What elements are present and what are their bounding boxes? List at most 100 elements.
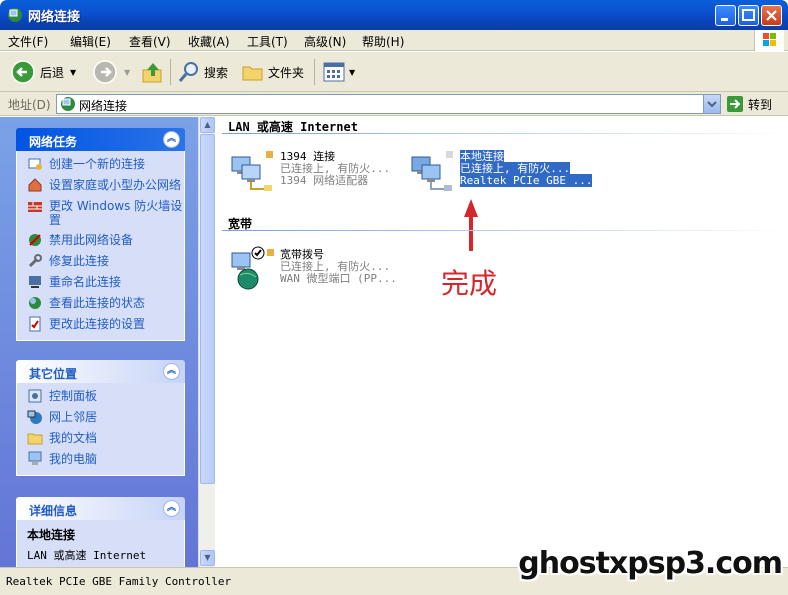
menu-file[interactable]: 文件(F) (8, 33, 48, 50)
place-control-panel[interactable]: 控制面板 (27, 389, 184, 404)
go-button[interactable]: 转到 (726, 95, 772, 113)
back-dropdown-icon[interactable]: ▼ (70, 68, 76, 77)
window-title: 网络连接 (28, 10, 81, 25)
connection-local-area[interactable]: 本地连接 已连接上, 有防火... Realtek PCIe GBE ... (408, 147, 593, 195)
task-change-settings[interactable]: 更改此连接的设置 (27, 316, 184, 332)
network-tasks-panel: 网络任务 ︽ 创建一个新的连接 设置家庭或小型办公网络 更改 Windows 防… (16, 128, 185, 341)
computer-icon (28, 451, 42, 465)
collapse-icon[interactable]: ︽ (163, 500, 180, 517)
task-disable-device[interactable]: 禁用此网络设备 (27, 233, 184, 248)
details-title: 详细信息 (29, 504, 78, 518)
back-button[interactable]: 后退 ▼ (10, 59, 76, 85)
task-pane: 网络任务 ︽ 创建一个新的连接 设置家庭或小型办公网络 更改 Windows 防… (0, 117, 198, 567)
details-body: 本地连接 LAN 或高速 Internet (16, 520, 185, 567)
go-label: 转到 (748, 97, 773, 112)
search-label: 搜索 (204, 65, 229, 80)
address-bar: 地址(D) 网络连接 转到 (0, 92, 788, 116)
rename-icon (29, 276, 41, 288)
minimize-icon (721, 18, 728, 21)
views-button[interactable]: ▼ (322, 59, 355, 85)
connection-device: WAN 微型端口 (PP... (280, 272, 397, 285)
task-pane-scrollbar[interactable]: ▲ ▼ (198, 117, 215, 567)
forward-dropdown-icon[interactable]: ▼ (124, 68, 130, 77)
maximize-icon (742, 9, 755, 21)
menu-view[interactable]: 查看(V) (129, 33, 171, 50)
close-icon (766, 10, 777, 21)
menu-bar: 文件(F) 编辑(E) 查看(V) 收藏(A) 工具(T) 高级(N) 帮助(H… (0, 30, 788, 51)
windows-logo (754, 30, 784, 51)
place-my-computer[interactable]: 我的电脑 (27, 451, 184, 467)
toolbar-separator (314, 59, 315, 85)
views-dropdown-icon[interactable]: ▼ (349, 68, 355, 77)
folders-button[interactable]: 文件夹 (240, 59, 304, 85)
menu-edit[interactable]: 编辑(E) (70, 33, 111, 50)
control-panel-icon (28, 389, 42, 403)
network-tasks-header[interactable]: 网络任务 ︽ (16, 128, 185, 151)
scroll-thumb[interactable] (200, 134, 215, 484)
other-places-title: 其它位置 (29, 367, 78, 381)
settings-icon (29, 316, 41, 332)
group-divider (222, 133, 788, 134)
folders-label: 文件夹 (268, 65, 305, 80)
connections-view: LAN 或高速 Internet 1394 连接 已连接上, 有防火... 13… (216, 117, 788, 567)
up-button[interactable] (140, 59, 166, 85)
status-icon (29, 297, 41, 309)
network-tasks-title: 网络任务 (29, 135, 78, 149)
scroll-down-arrow[interactable]: ▼ (200, 550, 215, 566)
maximize-button[interactable] (738, 5, 759, 26)
new-connection-icon (28, 158, 42, 170)
forward-button[interactable]: ▼ (92, 59, 130, 85)
status-bar: Realtek PCIe GBE Family Controller ghost… (0, 546, 788, 595)
menu-advanced[interactable]: 高级(N) (304, 33, 346, 50)
lan-connection-icon (411, 151, 453, 191)
disable-device-icon (29, 234, 41, 246)
close-button[interactable] (761, 5, 782, 26)
network-connections-icon (8, 8, 22, 22)
other-places-header[interactable]: 其它位置 ︽ (16, 360, 185, 383)
connection-device: 1394 网络适配器 (280, 174, 369, 187)
chevron-down-icon (707, 101, 717, 108)
views-icon (323, 62, 345, 82)
broadband-connection-icon (231, 246, 274, 290)
windows-flag-icon (763, 33, 776, 46)
other-places-panel: 其它位置 ︽ 控制面板 网上邻居 我的文档 我的电脑 (16, 360, 185, 476)
network-neighborhood-icon (27, 410, 42, 424)
task-change-firewall[interactable]: 更改 Windows 防火墙设置 (27, 199, 184, 227)
red-arrow-annotation (464, 199, 478, 251)
address-input[interactable]: 网络连接 (56, 94, 721, 114)
task-view-status[interactable]: 查看此连接的状态 (27, 296, 184, 311)
task-rename-connection[interactable]: 重命名此连接 (27, 275, 184, 290)
status-text: Realtek PCIe GBE Family Controller (6, 575, 232, 588)
connection-device: Realtek PCIe GBE ... (460, 174, 593, 187)
menu-help[interactable]: 帮助(H) (362, 33, 404, 50)
title-bar[interactable]: 网络连接 (0, 0, 788, 30)
task-create-connection[interactable]: 创建一个新的连接 (27, 157, 184, 172)
group-divider (222, 230, 788, 231)
scroll-up-arrow[interactable]: ▲ (200, 117, 215, 133)
address-label: 地址(D) (8, 98, 51, 112)
minimize-button[interactable] (715, 5, 736, 26)
wrench-icon (28, 254, 42, 268)
network-connections-icon (61, 97, 75, 111)
forward-arrow-icon (93, 60, 117, 84)
back-label: 后退 (40, 65, 65, 80)
task-repair-connection[interactable]: 修复此连接 (27, 254, 184, 269)
address-dropdown[interactable] (703, 95, 720, 113)
address-value: 网络连接 (79, 99, 128, 113)
details-name: 本地连接 (27, 528, 76, 542)
menu-favorites[interactable]: 收藏(A) (188, 33, 230, 50)
collapse-icon[interactable]: ︽ (163, 363, 180, 380)
connection-1394[interactable]: 1394 连接 已连接上, 有防火... 1394 网络适配器 (228, 147, 408, 195)
folder-up-icon (142, 63, 162, 83)
search-button[interactable]: 搜索 (176, 59, 228, 85)
task-setup-home-network[interactable]: 设置家庭或小型办公网络 (27, 178, 184, 193)
collapse-icon[interactable]: ︽ (163, 131, 180, 148)
connection-broadband[interactable]: 宽带拨号 已连接上, 有防火... WAN 微型端口 (PP... (228, 245, 408, 293)
details-header[interactable]: 详细信息 ︽ (16, 497, 185, 520)
firewall-icon (28, 202, 42, 212)
place-my-documents[interactable]: 我的文档 (27, 431, 184, 446)
place-network-neighborhood[interactable]: 网上邻居 (27, 410, 184, 425)
folders-icon (242, 66, 263, 81)
menu-tools[interactable]: 工具(T) (247, 33, 288, 50)
toolbar: 后退 ▼ ▼ 搜索 文件夹 ▼ (0, 52, 788, 92)
